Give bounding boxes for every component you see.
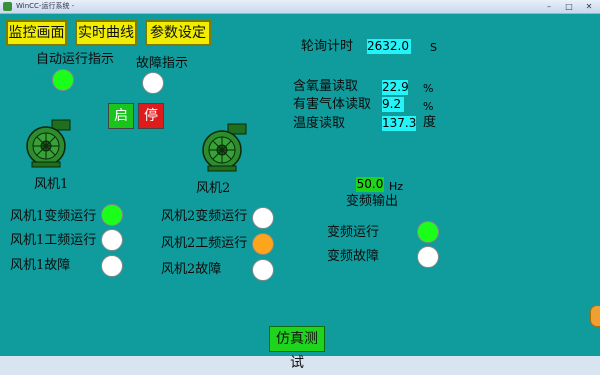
fan1-line-run-label: 风机1工频运行 <box>10 233 97 248</box>
start-button[interactable]: 启 <box>108 103 134 129</box>
fan2-line-run-label: 风机2工频运行 <box>161 236 248 251</box>
polling-timer-value: 2632.0 <box>367 39 411 54</box>
fan1-fault-indicator <box>101 255 123 277</box>
monitor-screen-button[interactable]: 监控画面 <box>6 20 67 46</box>
vfd-run-label: 变频运行 <box>327 225 380 240</box>
maximize-icon[interactable]: □ <box>562 1 576 12</box>
close-icon[interactable]: ✕ <box>582 1 596 12</box>
simulation-test-button[interactable]: 仿真测试 <box>269 326 325 371</box>
vfd-fault-indicator <box>417 246 439 268</box>
fan2-vfd-run-indicator <box>252 207 274 229</box>
fan1-icon <box>26 119 71 168</box>
vfd-output-label: 变频输出 <box>346 194 399 209</box>
fault-indicator-label: 故障指示 <box>136 56 189 71</box>
oxygen-value: 22.9 <box>382 80 409 95</box>
fan2-fault-label: 风机2故障 <box>161 262 222 277</box>
fan1-label: 风机1 <box>34 177 69 192</box>
oxygen-label: 含氧量读取 <box>293 79 359 94</box>
fan2-icon <box>202 123 247 172</box>
minimize-icon[interactable]: – <box>542 1 556 12</box>
auto-run-label: 自动运行指示 <box>36 52 115 67</box>
app-icon <box>3 2 12 11</box>
auto-run-indicator <box>52 69 74 91</box>
temperature-unit: 度 <box>423 115 437 130</box>
harmful-gas-label: 有害气体读取 <box>293 97 372 112</box>
fan2-label: 风机2 <box>196 181 231 196</box>
harmful-gas-value: 9.2 <box>382 97 404 112</box>
harmful-gas-unit: % <box>423 100 434 113</box>
side-panel-handle[interactable] <box>590 305 600 327</box>
window-titlebar: WinCC-运行系统 - – □ ✕ <box>0 0 600 14</box>
realtime-trend-button[interactable]: 实时曲线 <box>75 20 137 46</box>
window-controls: – □ ✕ <box>542 1 596 12</box>
fan2-vfd-run-label: 风机2变频运行 <box>161 209 248 224</box>
temperature-label: 温度读取 <box>293 116 346 131</box>
fan1-vfd-run-label: 风机1变频运行 <box>10 209 97 224</box>
hmi-canvas: 监控画面 实时曲线 参数设定 自动运行指示 故障指示 启 停 风机1 风机2 风… <box>0 14 600 371</box>
vfd-output-value: 50.0 <box>356 177 384 192</box>
window-title: WinCC-运行系统 - <box>16 2 75 10</box>
oxygen-unit: % <box>423 82 434 95</box>
vfd-output-unit: Hz <box>389 180 404 193</box>
fan1-fault-label: 风机1故障 <box>10 258 71 273</box>
polling-timer-label: 轮询计时 <box>301 39 354 54</box>
polling-timer-unit: S <box>430 41 437 54</box>
temperature-value: 137.3 <box>382 116 417 131</box>
fan1-vfd-run-indicator <box>101 204 123 226</box>
fan2-fault-indicator <box>252 259 274 281</box>
vfd-run-indicator <box>417 221 439 243</box>
fault-indicator <box>142 72 164 94</box>
vfd-fault-label: 变频故障 <box>327 249 380 264</box>
parameter-settings-button[interactable]: 参数设定 <box>145 20 211 46</box>
stop-button[interactable]: 停 <box>138 103 164 129</box>
fan2-line-run-indicator <box>252 233 274 255</box>
fan1-line-run-indicator <box>101 229 123 251</box>
